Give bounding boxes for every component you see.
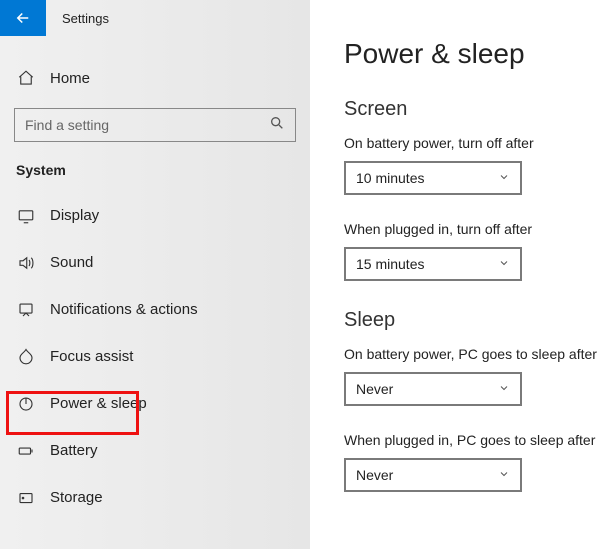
screen-heading: Screen [344, 98, 610, 121]
home-nav[interactable]: Home [0, 58, 310, 98]
search-icon [269, 115, 285, 136]
app-title: Settings [62, 11, 109, 26]
battery-icon [16, 442, 36, 460]
sidebar-item-label: Focus assist [50, 348, 133, 365]
power-icon [16, 395, 36, 413]
sidebar-item-battery[interactable]: Battery [0, 427, 310, 474]
display-icon [16, 207, 36, 225]
sidebar-item-label: Battery [50, 442, 98, 459]
arrow-left-icon [14, 9, 32, 27]
search-input[interactable] [25, 117, 269, 133]
chevron-down-icon [498, 170, 510, 186]
sidebar-item-label: Sound [50, 254, 93, 271]
sidebar-item-display[interactable]: Display [0, 192, 310, 239]
select-value: Never [356, 467, 393, 483]
screen-plugged-select[interactable]: 15 minutes [344, 247, 522, 281]
sidebar-item-label: Power & sleep [50, 395, 147, 412]
sidebar-item-storage[interactable]: Storage [0, 474, 310, 521]
section-heading: System [16, 162, 310, 178]
home-label: Home [50, 70, 90, 87]
nav-list: Display Sound Notifications & actions Fo… [0, 192, 310, 521]
select-value: 15 minutes [356, 256, 424, 272]
sleep-plugged-select[interactable]: Never [344, 458, 522, 492]
sleep-heading: Sleep [344, 309, 610, 332]
sidebar-item-focus-assist[interactable]: Focus assist [0, 333, 310, 380]
sidebar-item-label: Storage [50, 489, 103, 506]
select-value: 10 minutes [356, 170, 424, 186]
select-value: Never [356, 381, 393, 397]
content-area: Power & sleep Screen On battery power, t… [310, 0, 610, 549]
focus-assist-icon [16, 348, 36, 366]
chevron-down-icon [498, 256, 510, 272]
sound-icon [16, 254, 36, 272]
sleep-plugged-label: When plugged in, PC goes to sleep after [344, 432, 610, 448]
sleep-battery-select[interactable]: Never [344, 372, 522, 406]
sidebar-item-sound[interactable]: Sound [0, 239, 310, 286]
chevron-down-icon [498, 381, 510, 397]
sleep-battery-label: On battery power, PC goes to sleep after [344, 346, 610, 362]
search-box[interactable] [14, 108, 296, 142]
screen-battery-label: On battery power, turn off after [344, 135, 610, 151]
topbar: Settings [0, 0, 310, 36]
back-button[interactable] [0, 0, 46, 36]
sidebar: Settings Home System Display Sound Notif… [0, 0, 310, 549]
screen-plugged-label: When plugged in, turn off after [344, 221, 610, 237]
chevron-down-icon [498, 467, 510, 483]
notifications-icon [16, 301, 36, 319]
home-icon [16, 69, 36, 87]
sidebar-item-notifications[interactable]: Notifications & actions [0, 286, 310, 333]
screen-battery-select[interactable]: 10 minutes [344, 161, 522, 195]
sidebar-item-label: Notifications & actions [50, 301, 198, 318]
storage-icon [16, 489, 36, 507]
page-title: Power & sleep [344, 38, 610, 70]
sidebar-item-label: Display [50, 207, 99, 224]
sidebar-item-power-sleep[interactable]: Power & sleep [0, 380, 310, 427]
